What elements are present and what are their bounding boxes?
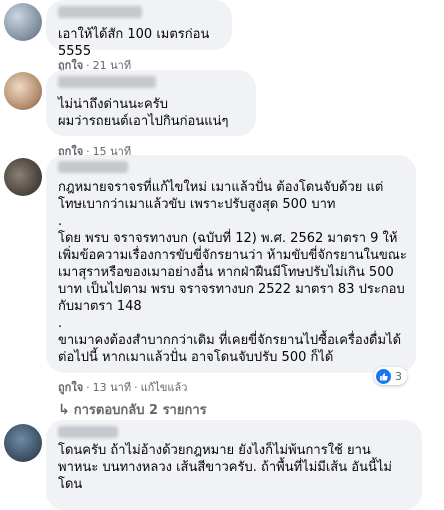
reply-arrow-icon: ↳ bbox=[58, 401, 70, 418]
comment-author-name[interactable] bbox=[58, 6, 142, 18]
like-reaction-icon bbox=[376, 368, 391, 384]
comment-text: ไม่น่าถึงด่านนะครับ ผมว่ารถยนต์เอาไปกินก… bbox=[58, 97, 229, 129]
edited-label[interactable]: แก้ไขแล้ว bbox=[141, 381, 188, 394]
reaction-count: 3 bbox=[395, 369, 402, 383]
comment-text: กฎหมายจราจรที่แก้ไขใหม่ เมาแล้วปั่น ต้อง… bbox=[58, 180, 407, 365]
reaction-count-badge[interactable]: 3 bbox=[374, 367, 407, 385]
comment-bubble: กฎหมายจราจรที่แก้ไขใหม่ เมาแล้วปั่น ต้อง… bbox=[46, 155, 416, 373]
avatar[interactable] bbox=[4, 72, 42, 110]
comment-text: เอาให้ได้สัก 100 เมตรก่อน 5555 bbox=[58, 27, 214, 59]
separator-dot: · bbox=[134, 381, 138, 394]
comment-bubble: เอาให้ได้สัก 100 เมตรก่อน 5555 bbox=[46, 0, 232, 59]
comment-meta: ถูกใจ · 13 นาที · แก้ไขแล้ว bbox=[58, 378, 187, 396]
avatar[interactable] bbox=[4, 424, 42, 462]
view-replies-label: การตอบกลับ 2 รายการ bbox=[73, 403, 207, 418]
comment-time[interactable]: 13 นาที bbox=[93, 381, 131, 394]
comment-text: โดนครับ ถ้าไม่อ้างด้วยกฎหมาย ยังไงก็ไม่พ… bbox=[58, 443, 392, 492]
avatar[interactable] bbox=[4, 158, 42, 196]
view-replies-link[interactable]: ↳ การตอบกลับ 2 รายการ bbox=[58, 399, 207, 420]
comment-author-name[interactable] bbox=[58, 161, 128, 173]
comment-bubble: ไม่น่าถึงด่านนะครับ ผมว่ารถยนต์เอาไปกินก… bbox=[46, 70, 256, 136]
comment-author-name[interactable] bbox=[58, 426, 118, 438]
separator-dot: · bbox=[86, 381, 90, 394]
comment-author-name[interactable] bbox=[58, 76, 156, 88]
like-link[interactable]: ถูกใจ bbox=[58, 381, 83, 394]
avatar[interactable] bbox=[4, 3, 42, 41]
